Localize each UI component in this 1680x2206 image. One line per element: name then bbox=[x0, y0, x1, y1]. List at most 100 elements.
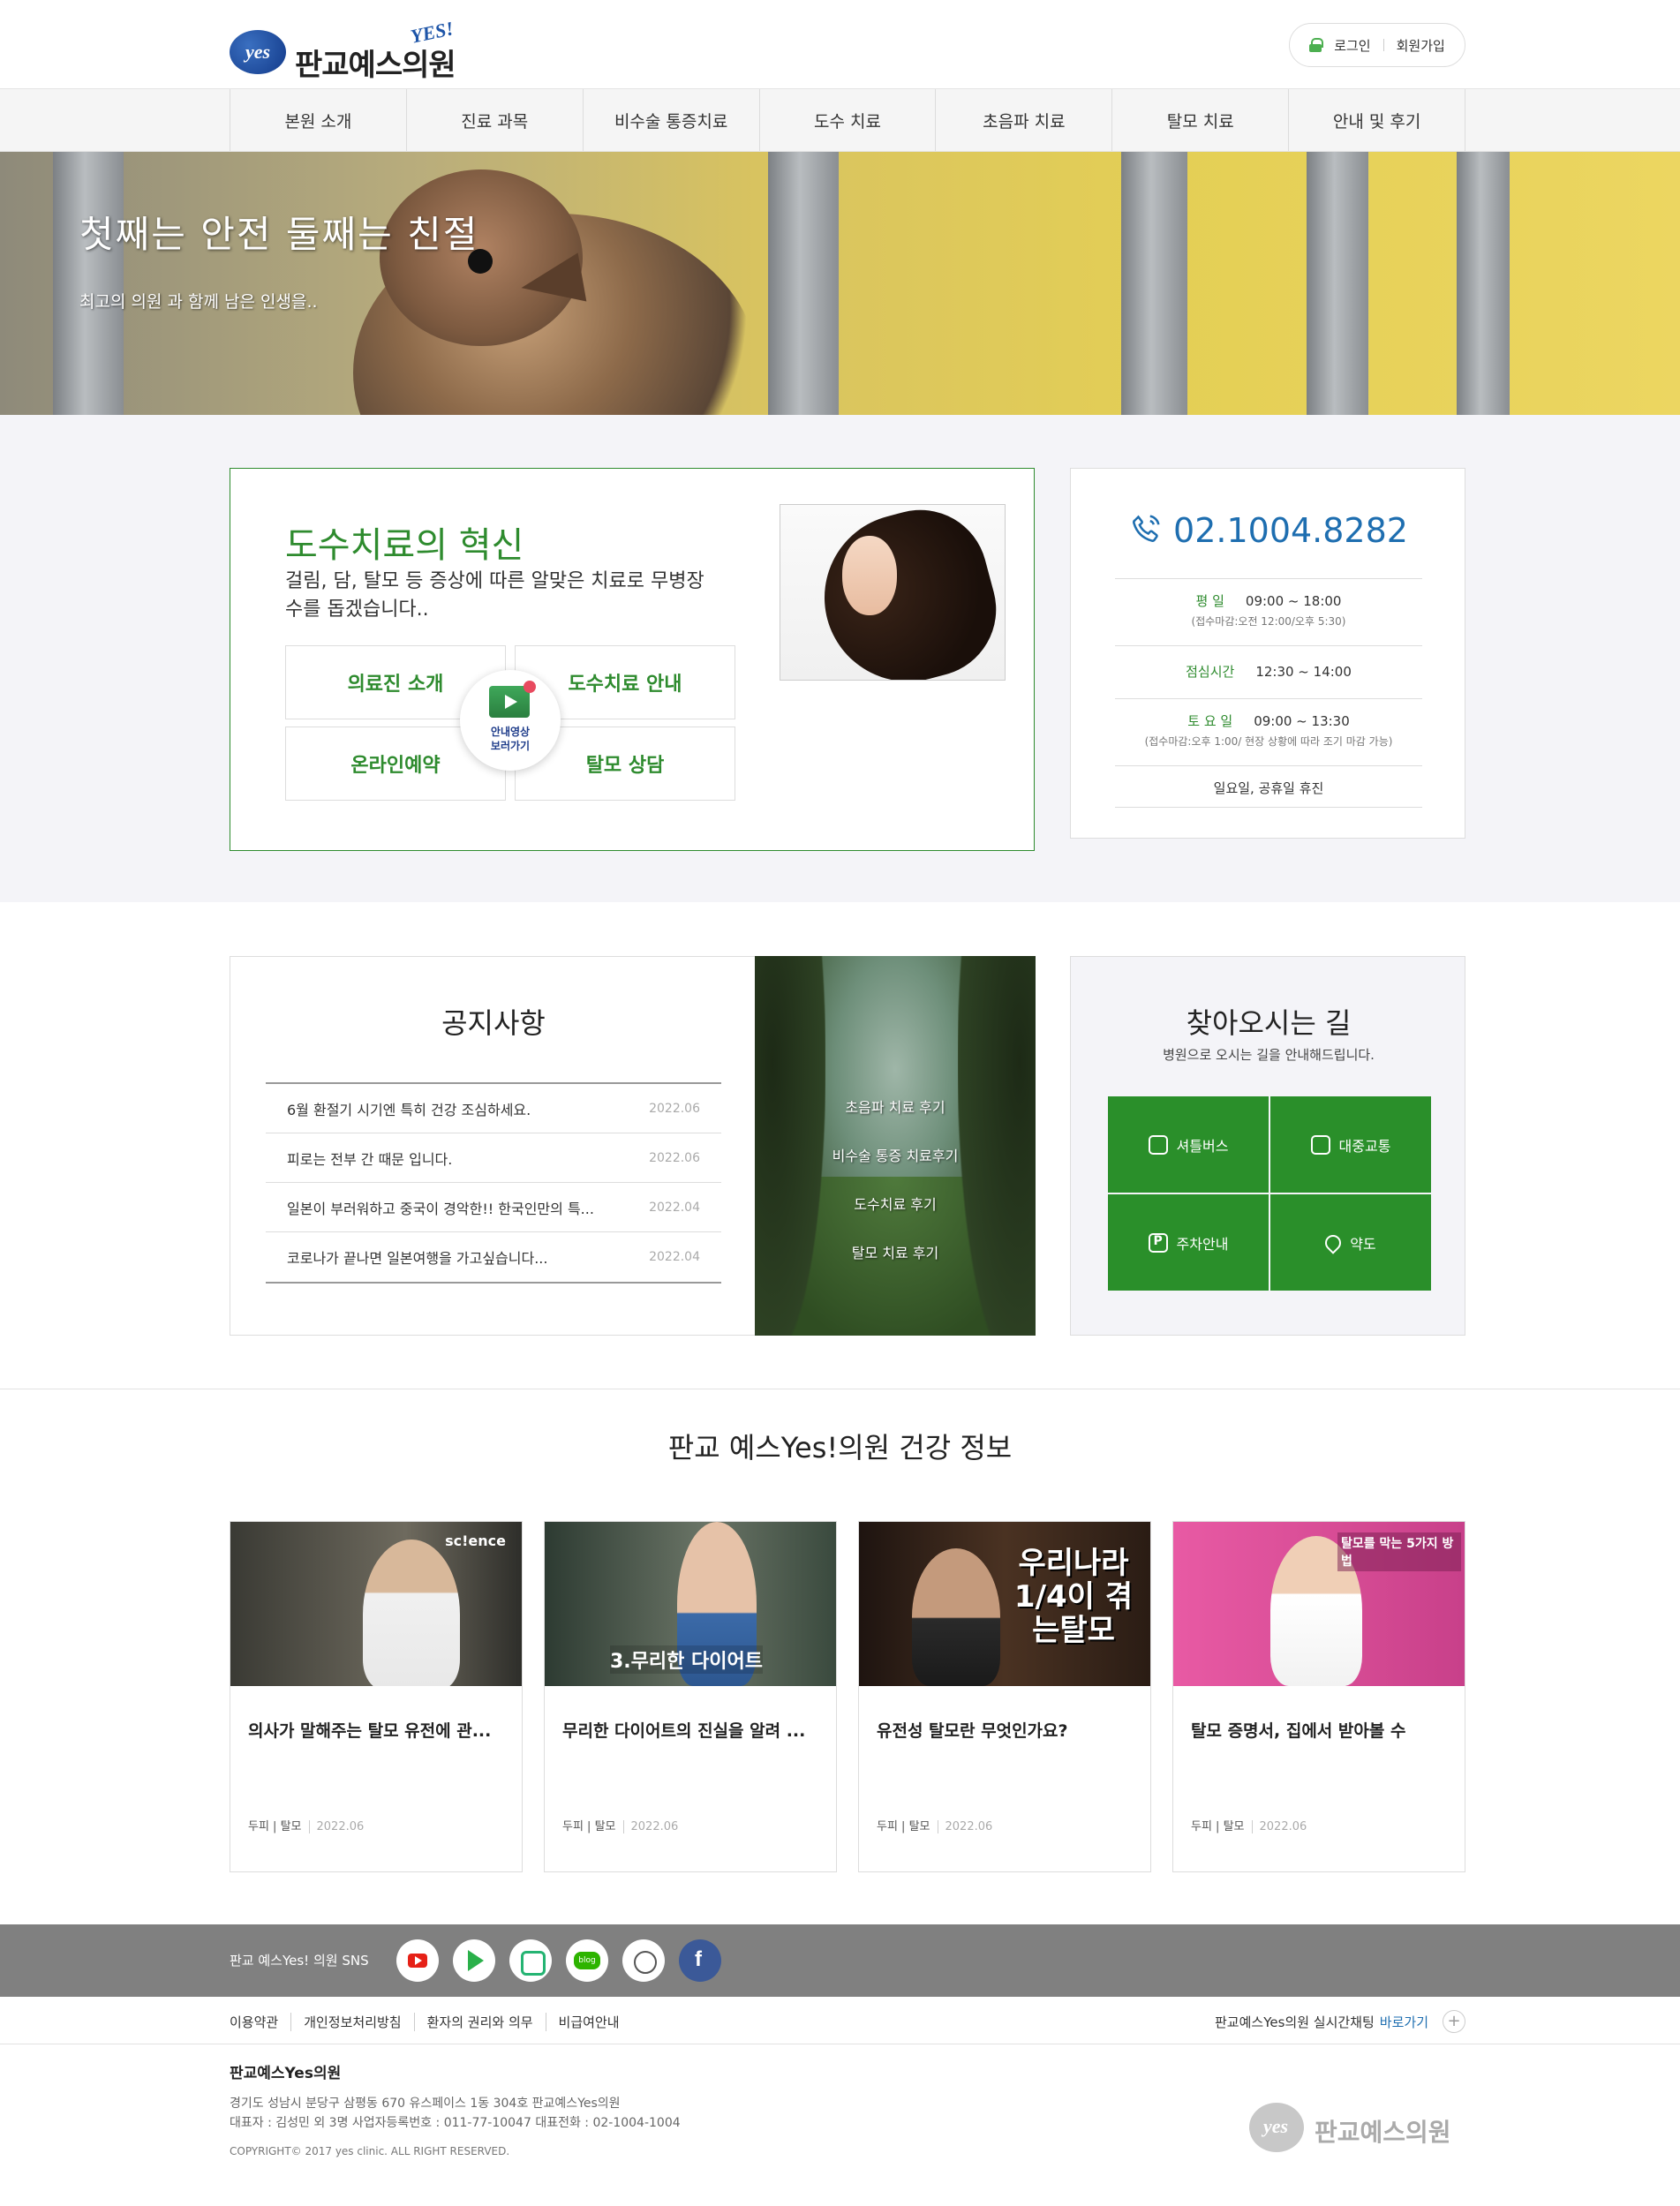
card-title: 탈모 증명서, 집에서 받아볼 수 bbox=[1191, 1721, 1406, 1741]
card-title: 의사가 말해주는 탈모 유전에 관... bbox=[248, 1721, 492, 1741]
review-link-manual[interactable]: 도수치료 후기 bbox=[755, 1193, 1036, 1214]
video-guide-label: 안내영상 보러가기 bbox=[490, 726, 531, 752]
footer-copyright: COPYRIGHT© 2017 yes clinic. ALL RIGHT RE… bbox=[230, 2145, 510, 2157]
intro-image bbox=[780, 504, 1006, 681]
footer-clinic-name: 판교예스Yes의원 bbox=[230, 2065, 342, 2082]
review-link-nonsurgical[interactable]: 비수술 통증 치료후기 bbox=[755, 1144, 1036, 1165]
live-chat: 판교예스Yes의원 실시간채팅 바로가기 + bbox=[1215, 2008, 1465, 2035]
nav-item-nonsurgical[interactable]: 비수술 통증치료 bbox=[584, 89, 760, 151]
hero-bar bbox=[1121, 152, 1187, 415]
video-thumbnail: 3.무리한 다이어트 bbox=[545, 1522, 836, 1686]
map-button[interactable]: 약도 bbox=[1270, 1194, 1431, 1291]
hours-saturday: 토 요 일 09:00 ~ 13:30 (접수마감:오후 1:00/ 현장 상황에… bbox=[1115, 698, 1422, 765]
card-meta: 두피 | 탈모 2022.06 bbox=[562, 1820, 679, 1833]
nav-item-departments[interactable]: 진료 과목 bbox=[407, 89, 584, 151]
footer-logo-mark: yes bbox=[1249, 2103, 1304, 2152]
nav-item-manual-therapy[interactable]: 도수 치료 bbox=[760, 89, 937, 151]
hero-subtitle: 최고의 의원 과 함께 남은 인생을.. bbox=[79, 292, 318, 312]
footer-logo: yes 판교예스의원 bbox=[1249, 2103, 1461, 2152]
map-pin-icon bbox=[1322, 1231, 1345, 1254]
face-image bbox=[842, 536, 897, 615]
thumb-caption: 3.무리한 다이어트 bbox=[610, 1645, 764, 1674]
blog-icon[interactable] bbox=[566, 1939, 608, 1982]
nav-item-guide-reviews[interactable]: 안내 및 후기 bbox=[1289, 89, 1466, 151]
youtube-icon[interactable] bbox=[396, 1939, 439, 1982]
parking-icon bbox=[1148, 1232, 1168, 1253]
facebook-icon[interactable] bbox=[679, 1939, 721, 1982]
play-store-icon[interactable] bbox=[453, 1939, 495, 1982]
logo-mark: yes bbox=[230, 30, 286, 74]
footer-links: 이용약관 개인정보처리방침 환자의 권리와 의무 비급여안내 bbox=[230, 2008, 632, 2035]
health-card[interactable]: 우리나라 1/4이 겪는탈모 유전성 탈모란 무엇인가요? 두피 | 탈모 202… bbox=[858, 1521, 1151, 1872]
video-guide-button[interactable]: 안내영상 보러가기 bbox=[460, 670, 561, 771]
video-thumbnail: sc!ence bbox=[230, 1522, 522, 1686]
hero-bar bbox=[768, 152, 839, 415]
review-link-ultrasound[interactable]: 초음파 치료 후기 bbox=[755, 1095, 1036, 1117]
parking-button[interactable]: 주차안내 bbox=[1108, 1194, 1269, 1291]
divider bbox=[1382, 39, 1384, 51]
footer-business-info: 대표자 : 김성민 외 3명 사업자등록번호 : 011-77-10047 대표… bbox=[230, 2116, 681, 2130]
notice-item[interactable]: 코로나가 끝나면 일본여행을 가고싶습니다... 2022.04 bbox=[266, 1232, 721, 1282]
bus-icon bbox=[1310, 1134, 1330, 1155]
naver-tv-icon[interactable] bbox=[509, 1939, 552, 1982]
footer-logo-name: 판교예스의원 bbox=[1315, 2118, 1451, 2147]
nav-item-ultrasound[interactable]: 초음파 치료 bbox=[936, 89, 1113, 151]
notice-title[interactable]: 공지사항 bbox=[230, 1001, 757, 1042]
login-link[interactable]: 로그인 bbox=[1334, 36, 1370, 55]
directions-title: 찾아오시는 길 bbox=[1186, 1006, 1352, 1040]
reviews-panel: 초음파 치료 후기 비수술 통증 치료후기 도수치료 후기 탈모 치료 후기 bbox=[755, 956, 1036, 1336]
phone-icon bbox=[1133, 515, 1160, 542]
notice-board: 공지사항 6월 환절기 시기엔 특히 건강 조심하세요. 2022.06 피로는 … bbox=[230, 956, 756, 1336]
monitor-play-icon bbox=[489, 686, 530, 718]
card-title: 유전성 탈모란 무엇인가요? bbox=[877, 1721, 1068, 1741]
privacy-link[interactable]: 개인정보처리방침 bbox=[290, 2012, 413, 2031]
video-thumbnail: 우리나라 1/4이 겪는탈모 bbox=[859, 1522, 1150, 1686]
hero-bar bbox=[1457, 152, 1510, 415]
site-header: yes YES! 판교예스의원 로그인 회원가입 bbox=[0, 0, 1680, 88]
nav-item-about[interactable]: 본원 소개 bbox=[230, 89, 407, 151]
main-nav: 본원 소개 진료 과목 비수술 통증치료 도수 치료 초음파 치료 탈모 치료 … bbox=[0, 88, 1680, 152]
logo-name: 판교예스의원 bbox=[295, 48, 456, 83]
thumb-caption: 우리나라 1/4이 겪는탈모 bbox=[1013, 1546, 1134, 1648]
hours-box: 02.1004.8282 평 일 09:00 ~ 18:00 (접수마감:오전 1… bbox=[1070, 468, 1465, 839]
nav-item-hair-loss[interactable]: 탈모 치료 bbox=[1112, 89, 1290, 151]
shuttle-bus-button[interactable]: 셔틀버스 bbox=[1108, 1096, 1269, 1193]
sns-bar: 판교 예스Yes! 의원 SNS bbox=[0, 1924, 1680, 1997]
signup-link[interactable]: 회원가입 bbox=[1397, 36, 1445, 55]
health-card[interactable]: sc!ence 의사가 말해주는 탈모 유전에 관... 두피 | 탈모 2022… bbox=[230, 1521, 523, 1872]
public-transit-button[interactable]: 대중교통 bbox=[1270, 1096, 1431, 1193]
hours-closed: 일요일, 공휴일 휴진 bbox=[1115, 765, 1422, 808]
site-logo[interactable]: yes YES! 판교예스의원 bbox=[230, 17, 494, 83]
video-thumbnail: 탈모를 막는 5가지 방법 bbox=[1173, 1522, 1465, 1686]
notice-item[interactable]: 6월 환절기 시기엔 특히 건강 조심하세요. 2022.06 bbox=[266, 1084, 721, 1133]
intro-description: 걸림, 담, 탈모 등 증상에 따른 알맞은 치료로 무병장수를 돕겠습니다.. bbox=[285, 570, 704, 621]
thumb-caption: 탈모를 막는 5가지 방법 bbox=[1337, 1532, 1461, 1571]
patient-rights-link[interactable]: 환자의 권리와 의무 bbox=[413, 2012, 546, 2031]
chat-go-link[interactable]: 바로가기 bbox=[1380, 2013, 1428, 2031]
health-card[interactable]: 3.무리한 다이어트 무리한 다이어트의 진실을 알려 ... 두피 | 탈모 2… bbox=[544, 1521, 837, 1872]
thumb-caption: sc!ence bbox=[445, 1532, 506, 1549]
notice-item[interactable]: 일본이 부러워하고 중국이 경악한!! 한국인만의 특... 2022.04 bbox=[266, 1183, 721, 1232]
health-card[interactable]: 탈모를 막는 5가지 방법 탈모 증명서, 집에서 받아볼 수 두피 | 탈모 2… bbox=[1172, 1521, 1465, 1872]
hero-bar bbox=[1307, 152, 1368, 415]
card-title: 무리한 다이어트의 진실을 알려 ... bbox=[562, 1721, 806, 1741]
doctor-image bbox=[912, 1548, 1000, 1686]
phone-number[interactable]: 02.1004.8282 bbox=[1071, 511, 1466, 550]
plus-icon[interactable]: + bbox=[1443, 2010, 1465, 2033]
intro-section: 도수치료의 혁신 걸림, 담, 탈모 등 증상에 따른 알맞은 치료로 무병장수… bbox=[0, 415, 1680, 902]
directions-subtitle: 병원으로 오시는 길을 안내해드립니다. bbox=[1163, 1047, 1375, 1063]
review-link-hair[interactable]: 탈모 치료 후기 bbox=[755, 1241, 1036, 1262]
notice-item[interactable]: 피로는 전부 간 때문 입니다. 2022.06 bbox=[266, 1133, 721, 1183]
notification-dot bbox=[524, 681, 536, 693]
hours-lunch: 점심시간 12:30 ~ 14:00 bbox=[1115, 645, 1422, 698]
hero-bar bbox=[53, 152, 124, 415]
hours-weekday: 평 일 09:00 ~ 18:00 (접수마감:오전 12:00/오후 5:30) bbox=[1115, 578, 1422, 645]
terms-link[interactable]: 이용약관 bbox=[230, 2013, 290, 2031]
sns-label: 판교 예스Yes! 의원 SNS bbox=[230, 1953, 369, 1969]
bus-icon bbox=[1148, 1134, 1168, 1155]
intro-heading: 도수치료의 혁신 bbox=[285, 525, 524, 566]
lock-icon bbox=[1309, 38, 1324, 52]
character-icon[interactable] bbox=[622, 1939, 665, 1982]
non-covered-link[interactable]: 비급여안내 bbox=[545, 2012, 632, 2031]
footer-address: 경기도 성남시 분당구 삼평동 670 유스페이스 1동 304호 판교예스Ye… bbox=[230, 2097, 621, 2111]
